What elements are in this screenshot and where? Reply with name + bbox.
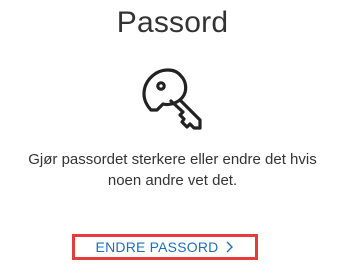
password-card: Passord Gjør passordet sterkere eller en…	[0, 0, 345, 271]
card-title: Passord	[116, 6, 229, 39]
chevron-right-icon	[226, 241, 234, 253]
change-password-label: ENDRE PASSORD	[95, 239, 219, 255]
description-line-2: noen andre vet det.	[107, 172, 238, 189]
key-icon	[142, 68, 202, 130]
card-description: Gjør passordet sterkere eller endre det …	[0, 149, 345, 191]
description-line-1: Gjør passordet sterkere eller endre det …	[28, 151, 317, 168]
change-password-link[interactable]: ENDRE PASSORD	[72, 234, 258, 260]
